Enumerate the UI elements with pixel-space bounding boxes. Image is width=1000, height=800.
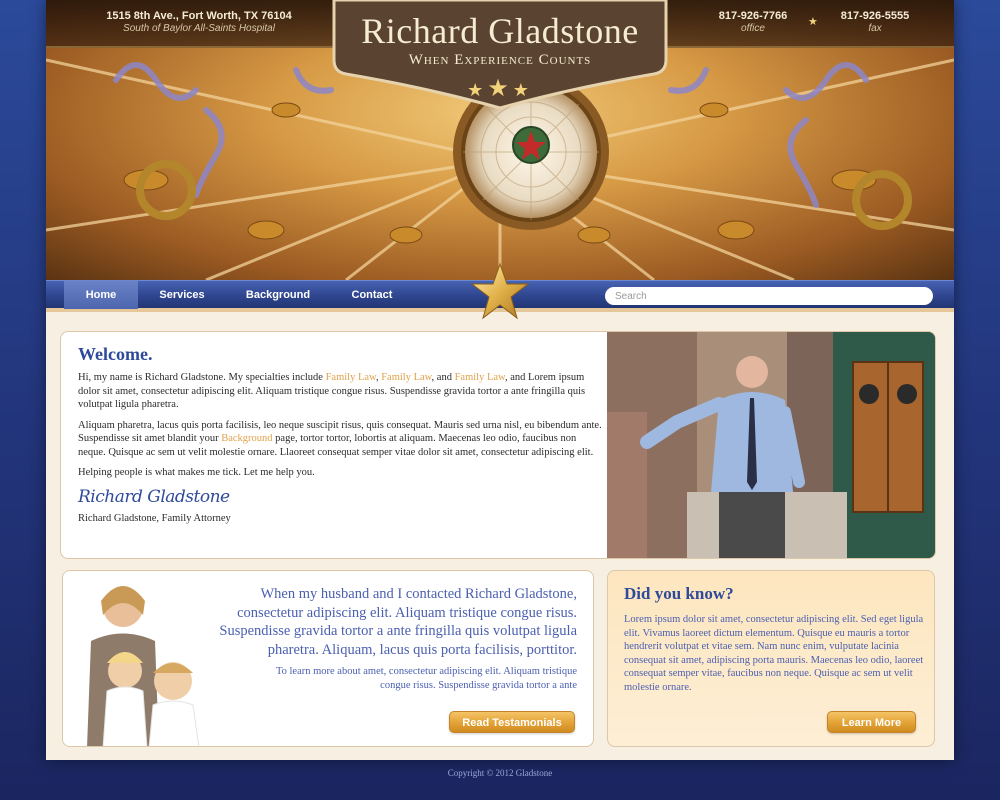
footer-copyright: Copyright © 2012 Gladstone bbox=[447, 768, 553, 778]
welcome-heading: Welcome. bbox=[78, 344, 153, 364]
office-phone-number[interactable]: 817-926-7766 bbox=[706, 10, 800, 22]
logo-title: Richard Gladstone bbox=[361, 11, 639, 51]
address-note: South of Baylor All-Saints Hospital bbox=[123, 23, 275, 34]
family-law-link[interactable]: Family Law bbox=[326, 372, 376, 383]
search-input[interactable] bbox=[605, 287, 933, 305]
welcome-panel: Welcome. Hi, my name is Richard Gladston… bbox=[60, 331, 936, 559]
welcome-paragraph-2: Aliquam pharetra, lacus quis porta facil… bbox=[78, 419, 602, 458]
nav-item-background[interactable]: Background bbox=[226, 281, 330, 309]
star-separator-icon: ★ bbox=[808, 15, 818, 28]
address-line: 1515 8th Ave., Fort Worth, TX 76104 bbox=[106, 10, 292, 22]
nav-item-contact[interactable]: Contact bbox=[336, 281, 408, 309]
address-block: 1515 8th Ave., Fort Worth, TX 76104 Sout… bbox=[104, 10, 294, 34]
background-link[interactable]: Background bbox=[221, 433, 272, 444]
nav-item-home[interactable]: Home bbox=[64, 281, 138, 309]
welcome-text: Welcome. Hi, my name is Richard Gladston… bbox=[78, 344, 602, 524]
signature: Richard Gladstone bbox=[78, 486, 230, 507]
testimonial-panel: When my husband and I contacted Richard … bbox=[62, 570, 594, 747]
learn-more-button[interactable]: Learn More bbox=[827, 711, 916, 733]
nav-item-services[interactable]: Services bbox=[144, 281, 220, 309]
welcome-paragraph-3: Helping people is what makes me tick. Le… bbox=[78, 467, 315, 478]
hero-banner: 1515 8th Ave., Fort Worth, TX 76104 Sout… bbox=[46, 0, 954, 280]
logo-tagline: When Experience Counts bbox=[408, 52, 592, 68]
read-testimonials-button[interactable]: Read Testamonials bbox=[449, 711, 575, 733]
did-you-know-body: Lorem ipsum dolor sit amet, consectetur … bbox=[624, 614, 924, 693]
gold-star-icon bbox=[470, 262, 530, 320]
did-you-know-panel: Did you know? Lorem ipsum dolor sit amet… bbox=[607, 570, 935, 747]
attorney-photo bbox=[607, 332, 935, 558]
fax-phone-block: 817-926-5555 fax bbox=[828, 10, 922, 34]
office-phone-label: office bbox=[741, 23, 765, 34]
fax-label: fax bbox=[868, 23, 882, 34]
testimonial-more-text: To learn more about amet, consectetur ad… bbox=[275, 666, 577, 691]
welcome-paragraph-1: Hi, my name is Richard Gladstone. My spe… bbox=[78, 372, 586, 410]
fax-number: 817-926-5555 bbox=[840, 10, 910, 22]
signature-caption: Richard Gladstone, Family Attorney bbox=[78, 512, 231, 524]
site-logo[interactable]: Richard Gladstone When Experience Counts… bbox=[332, 0, 668, 110]
page-container: 1515 8th Ave., Fort Worth, TX 76104 Sout… bbox=[46, 0, 954, 760]
office-phone-block: 817-926-7766 office bbox=[706, 10, 800, 34]
family-law-link[interactable]: Family Law bbox=[455, 372, 505, 383]
testimonial-quote: When my husband and I contacted Richard … bbox=[219, 586, 577, 658]
did-you-know-heading: Did you know? bbox=[624, 584, 734, 603]
three-stars-icon: ★★★ bbox=[467, 74, 533, 102]
family-law-link[interactable]: Family Law bbox=[381, 372, 431, 383]
